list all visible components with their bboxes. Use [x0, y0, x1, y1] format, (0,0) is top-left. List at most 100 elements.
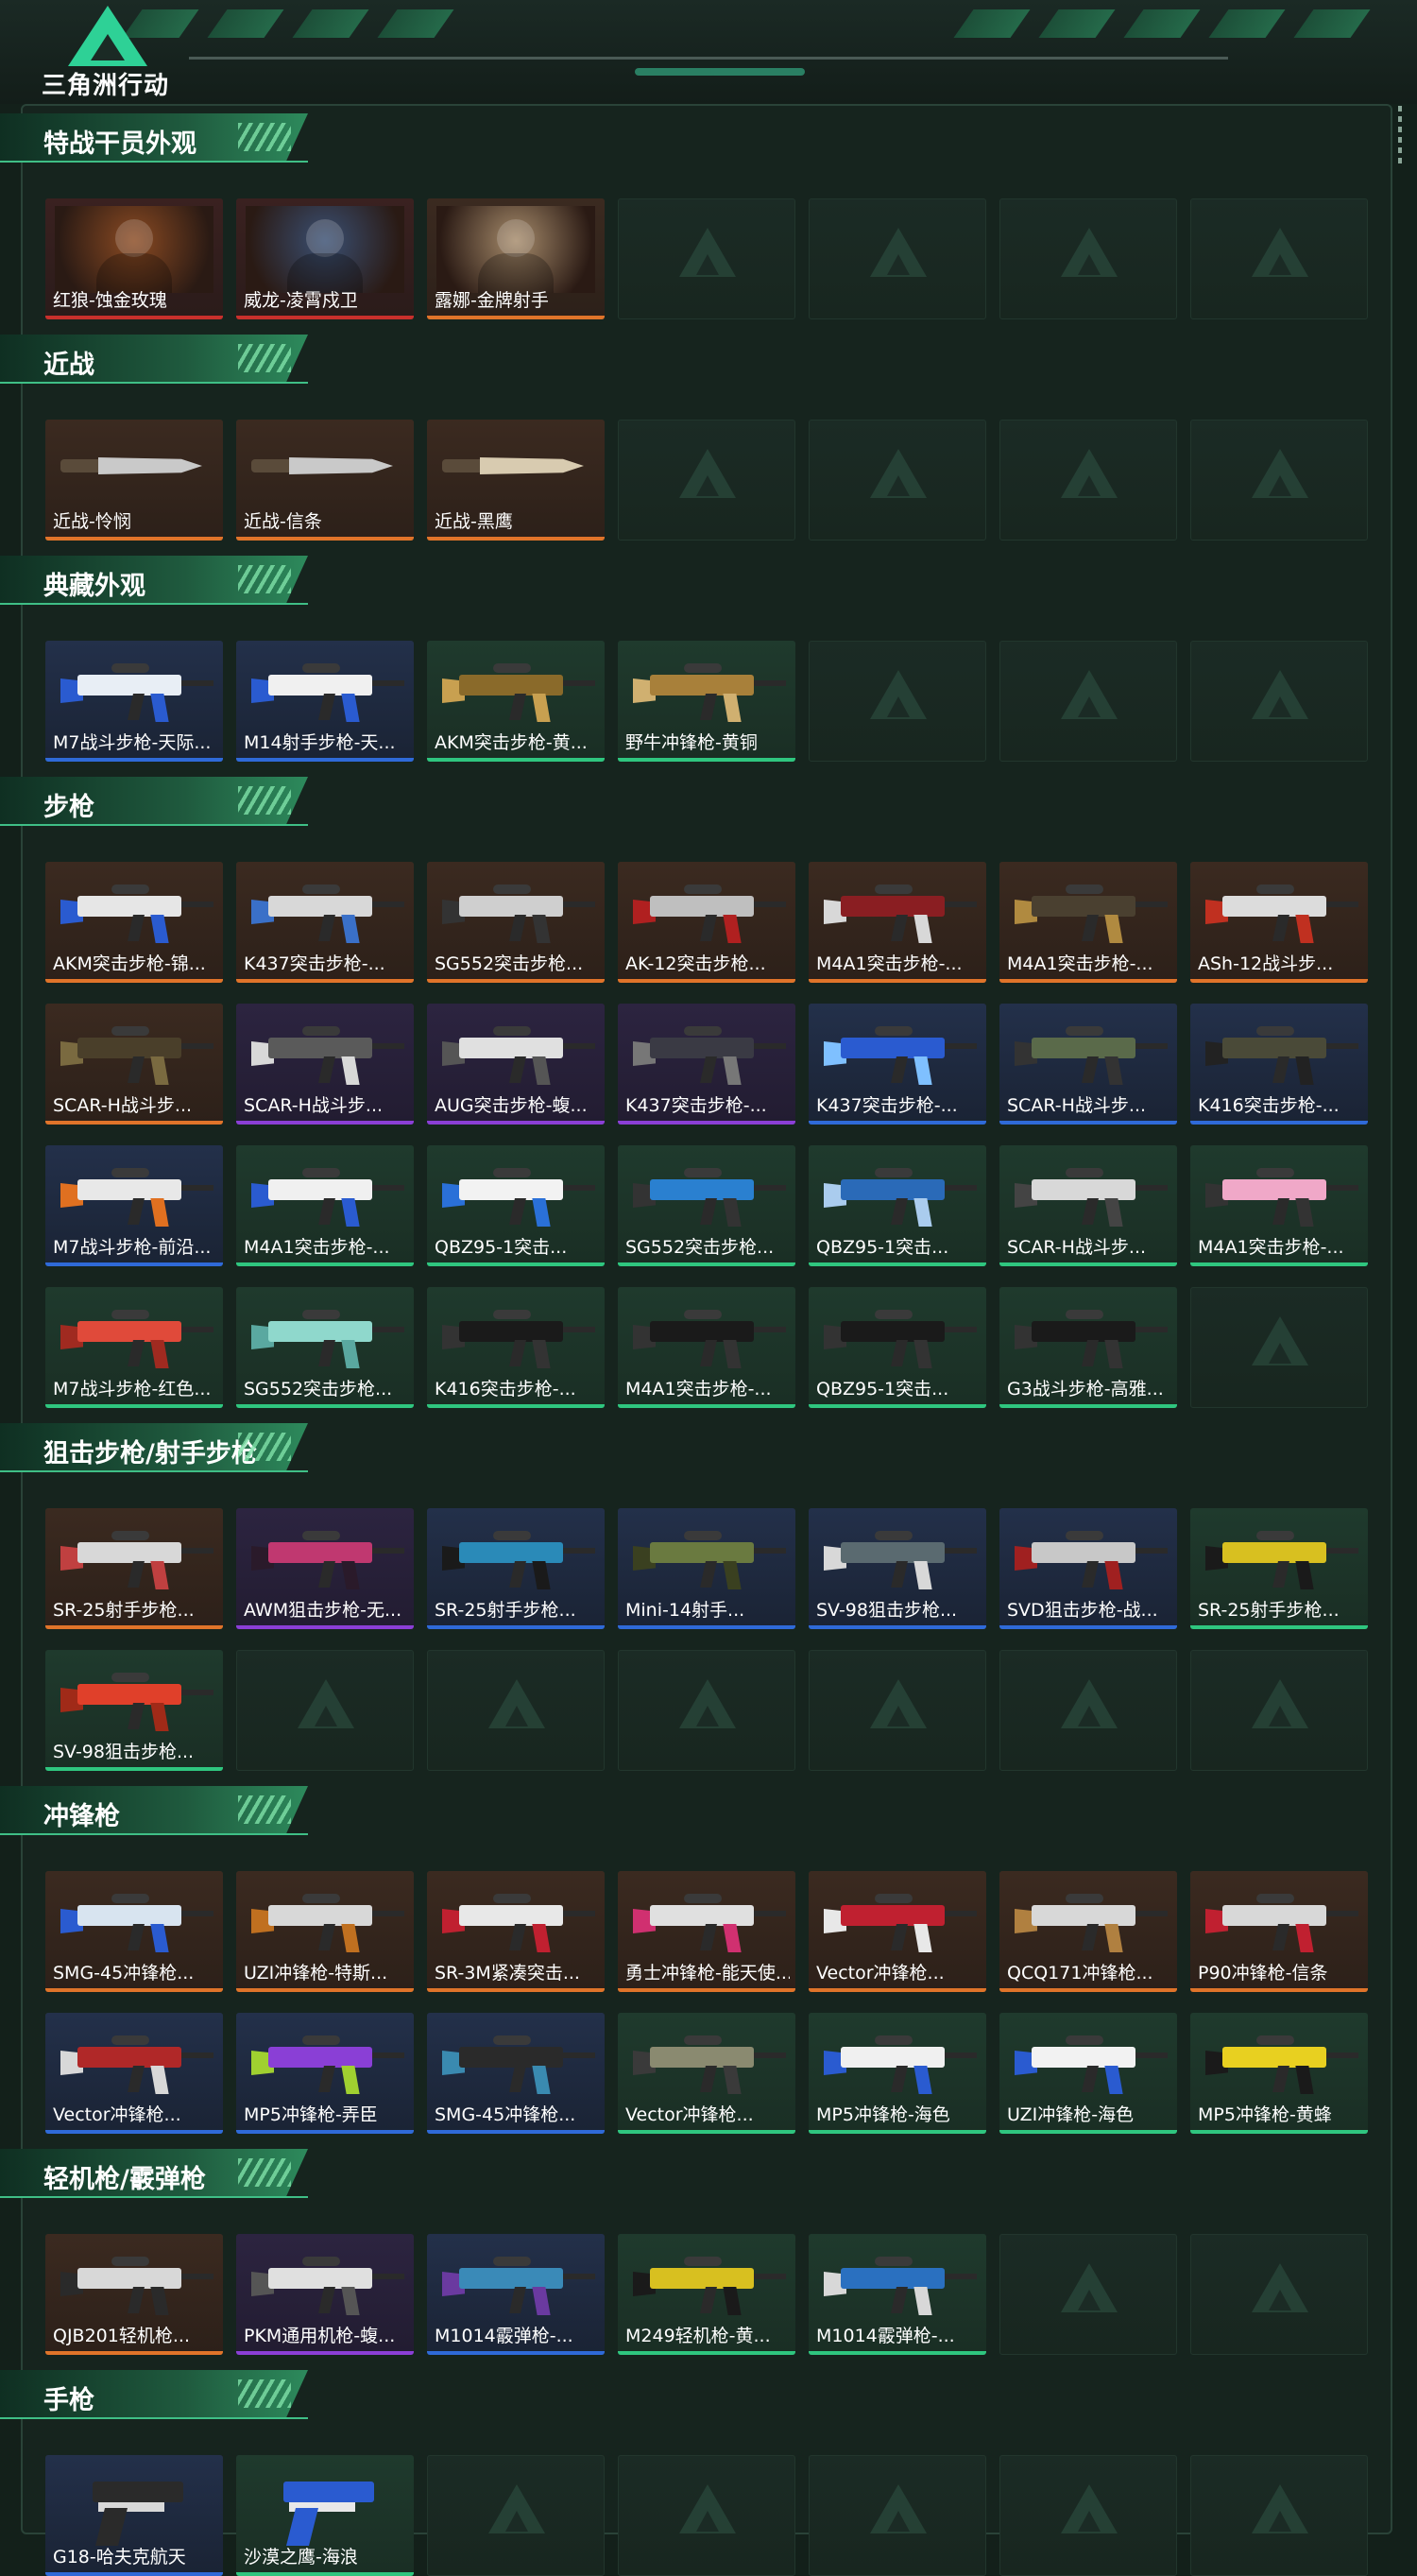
weapon-barrel [372, 2052, 404, 2058]
item-card[interactable]: SR-25射手步枪... [427, 1508, 605, 1629]
weapon-image [436, 1877, 595, 1962]
item-card[interactable]: SR-25射手步枪... [45, 1508, 223, 1629]
weapon-body [459, 1038, 563, 1058]
item-card[interactable]: 红狼-蚀金玫瑰 [45, 198, 223, 319]
item-label: 野牛冲锋枪-黄铜 [625, 732, 758, 753]
item-label: AK-12突击步枪... [625, 953, 766, 974]
item-card[interactable]: G3战斗步枪-高雅... [999, 1287, 1177, 1408]
weapon-scope [875, 1026, 913, 1036]
item-card[interactable]: K416突击步枪-... [427, 1287, 605, 1408]
weapon-grip [891, 1924, 908, 1950]
item-card[interactable]: SCAR-H战斗步... [45, 1004, 223, 1125]
item-card[interactable]: QBZ95-1突击... [809, 1287, 986, 1408]
item-card[interactable]: K437突击步枪-... [809, 1004, 986, 1125]
item-card[interactable]: M14射手步枪-天... [236, 641, 414, 762]
item-card[interactable]: MP5冲锋枪-海色 [809, 2013, 986, 2134]
rarity-bar [45, 1121, 223, 1125]
item-card[interactable]: SG552突击步枪... [236, 1287, 414, 1408]
weapon-magazine [1295, 1561, 1314, 1589]
scrollbar[interactable] [1398, 106, 1402, 168]
item-card[interactable]: 勇士冲锋枪-能天使... [618, 1871, 795, 1992]
weapon-image [627, 867, 786, 953]
item-label: MP5冲锋枪-弄臣 [244, 2104, 378, 2125]
item-label: M249轻机枪-黄... [625, 2326, 771, 2346]
item-card[interactable]: M4A1突击步枪-... [1190, 1145, 1368, 1266]
item-card[interactable]: AKM突击步枪-黄... [427, 641, 605, 762]
item-card[interactable]: SV-98狙击步枪... [45, 1650, 223, 1771]
item-card[interactable]: M1014霰弹枪-... [809, 2234, 986, 2355]
item-card[interactable]: MP5冲锋枪-黄蜂 [1190, 2013, 1368, 2134]
item-card[interactable]: 沙漠之鹰-海浪 [236, 2455, 414, 2576]
weapon-grip [700, 2287, 717, 2313]
item-card[interactable]: M4A1突击步枪-... [618, 1287, 795, 1408]
item-card[interactable]: SCAR-H战斗步... [999, 1004, 1177, 1125]
item-card[interactable]: QBZ95-1突击... [809, 1145, 986, 1266]
weapon-barrel [372, 1043, 404, 1049]
item-card[interactable]: SG552突击步枪... [618, 1145, 795, 1266]
weapon-barrel [945, 902, 977, 907]
weapon-image [246, 1877, 404, 1962]
item-card[interactable]: 露娜-金牌射手 [427, 198, 605, 319]
item-card[interactable]: 野牛冲锋枪-黄铜 [618, 641, 795, 762]
item-card[interactable]: SG552突击步枪... [427, 862, 605, 983]
item-card[interactable]: 近战-怜悯 [45, 420, 223, 541]
weapon-magazine [341, 2066, 360, 2094]
item-card[interactable]: P90冲锋枪-信条 [1190, 1871, 1368, 1992]
item-label: Vector冲锋枪... [625, 2104, 754, 2125]
item-card[interactable]: G18-哈夫克航天 [45, 2455, 223, 2576]
item-card[interactable]: M7战斗步枪-前沿... [45, 1145, 223, 1266]
weapon-image [818, 1151, 977, 1236]
weapon-grip [891, 915, 908, 941]
item-card[interactable]: SMG-45冲锋枪... [427, 2013, 605, 2134]
item-card[interactable]: Vector冲锋枪... [809, 1871, 986, 1992]
item-card[interactable]: AK-12突击步枪... [618, 862, 795, 983]
knife-image [60, 448, 202, 486]
weapon-grip [1082, 1056, 1099, 1083]
item-card[interactable]: SMG-45冲锋枪... [45, 1871, 223, 1992]
item-card[interactable]: M249轻机枪-黄... [618, 2234, 795, 2355]
item-card[interactable]: PKM通用机枪-蝮... [236, 2234, 414, 2355]
knife-blade [289, 457, 393, 474]
item-card[interactable]: Vector冲锋枪... [45, 2013, 223, 2134]
item-card[interactable]: Mini-14射手... [618, 1508, 795, 1629]
weapon-scope [111, 1310, 149, 1319]
item-label: SR-25射手步枪... [53, 1600, 195, 1621]
item-card[interactable]: M7战斗步枪-天际... [45, 641, 223, 762]
item-card[interactable]: K416突击步枪-... [1190, 1004, 1368, 1125]
item-card[interactable]: AWM狙击步枪-无... [236, 1508, 414, 1629]
item-label: SCAR-H战斗步... [244, 1095, 384, 1116]
item-card[interactable]: QBZ95-1突击... [427, 1145, 605, 1266]
placeholder-logo-icon-inner [887, 696, 910, 717]
item-card[interactable]: 威龙-凌霄戍卫 [236, 198, 414, 319]
item-card[interactable]: UZI冲锋枪-海色 [999, 2013, 1177, 2134]
item-card[interactable]: K437突击步枪-... [236, 862, 414, 983]
item-card[interactable]: QCQ171冲锋枪... [999, 1871, 1177, 1992]
item-card[interactable]: SVD狙击步枪-战... [999, 1508, 1177, 1629]
item-card[interactable]: UZI冲锋枪-特斯... [236, 1871, 414, 1992]
item-card[interactable]: QJB201轻机枪... [45, 2234, 223, 2355]
item-card[interactable]: MP5冲锋枪-弄臣 [236, 2013, 414, 2134]
weapon-barrel [372, 902, 404, 907]
item-card[interactable]: AKM突击步枪-锦... [45, 862, 223, 983]
rarity-bar [618, 1404, 795, 1408]
item-card[interactable]: K437突击步枪-... [618, 1004, 795, 1125]
item-card[interactable]: SCAR-H战斗步... [236, 1004, 414, 1125]
item-card[interactable]: 近战-信条 [236, 420, 414, 541]
item-card[interactable]: M4A1突击步枪-... [809, 862, 986, 983]
item-card[interactable]: M1014霰弹枪-... [427, 2234, 605, 2355]
item-card[interactable]: SR-3M紧凑突击... [427, 1871, 605, 1992]
item-card[interactable]: ASh-12战斗步... [1190, 862, 1368, 983]
placeholder-logo-icon-inner [1269, 254, 1291, 275]
item-card[interactable]: SR-25射手步枪... [1190, 1508, 1368, 1629]
item-card[interactable]: M4A1突击步枪-... [236, 1145, 414, 1266]
item-label: AUG突击步枪-蝮... [435, 1095, 588, 1116]
knife-handle [442, 459, 484, 472]
weapon-image [436, 646, 595, 731]
item-card[interactable]: M4A1突击步枪-... [999, 862, 1177, 983]
item-card[interactable]: M7战斗步枪-红色... [45, 1287, 223, 1408]
item-card[interactable]: 近战-黑鹰 [427, 420, 605, 541]
item-card[interactable]: Vector冲锋枪... [618, 2013, 795, 2134]
item-card[interactable]: SV-98狙击步枪... [809, 1508, 986, 1629]
item-card[interactable]: AUG突击步枪-蝮... [427, 1004, 605, 1125]
item-card[interactable]: SCAR-H战斗步... [999, 1145, 1177, 1266]
